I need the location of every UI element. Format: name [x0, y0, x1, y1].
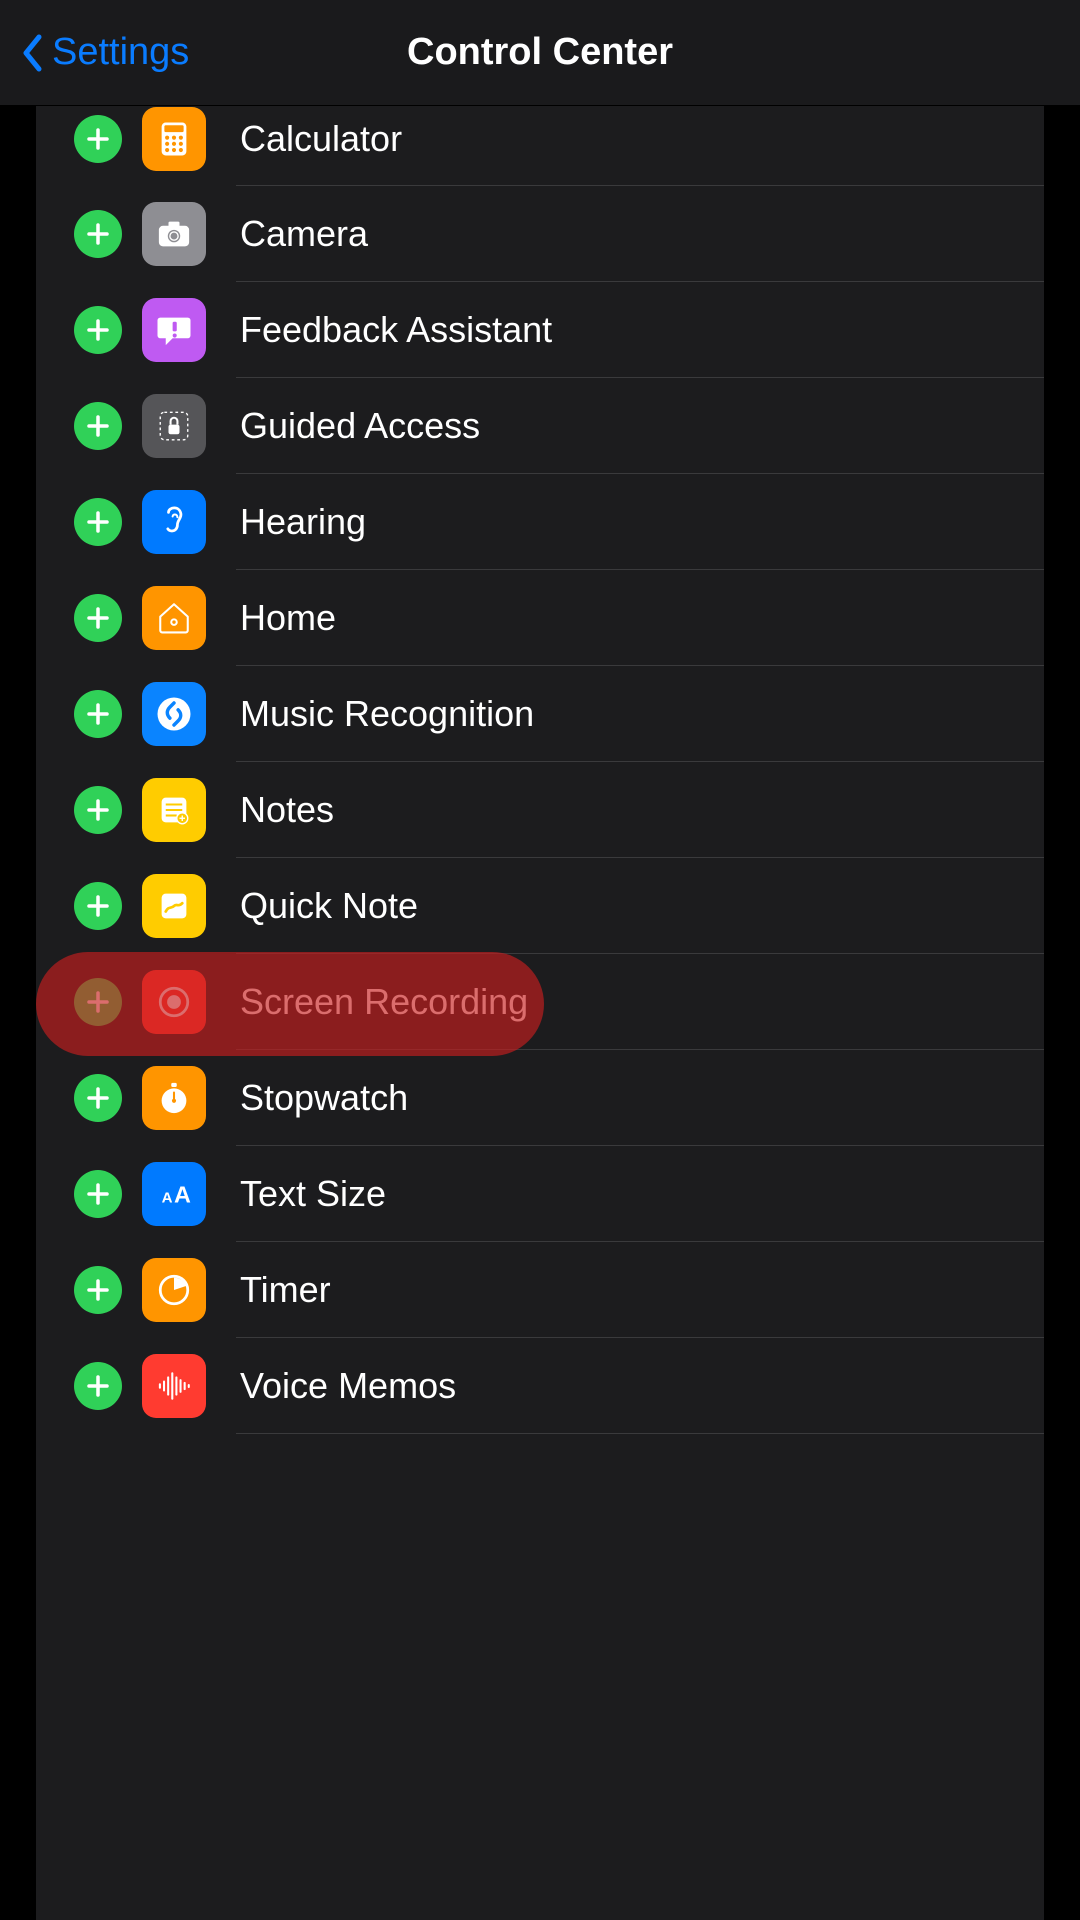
control-row-music-recognition[interactable]: Music Recognition — [36, 666, 1044, 762]
ear-icon — [142, 490, 206, 554]
back-button[interactable]: Settings — [18, 0, 189, 105]
add-button[interactable] — [74, 1074, 122, 1122]
lock-dashed-icon — [142, 394, 206, 458]
control-row-voice-memos[interactable]: Voice Memos — [36, 1338, 1044, 1434]
svg-text:A: A — [174, 1181, 191, 1207]
add-button[interactable] — [74, 306, 122, 354]
add-button[interactable] — [74, 786, 122, 834]
control-label: Stopwatch — [240, 1077, 408, 1119]
svg-text:A: A — [162, 1189, 173, 1206]
control-row-calculator[interactable]: Calculator — [36, 106, 1044, 186]
control-label: Notes — [240, 789, 334, 831]
back-label: Settings — [52, 31, 189, 74]
feedback-icon — [142, 298, 206, 362]
control-label: Voice Memos — [240, 1365, 456, 1407]
add-button[interactable] — [74, 115, 122, 163]
control-row-feedback-assistant[interactable]: Feedback Assistant — [36, 282, 1044, 378]
control-row-notes[interactable]: Notes — [36, 762, 1044, 858]
control-row-hearing[interactable]: Hearing — [36, 474, 1044, 570]
control-row-stopwatch[interactable]: Stopwatch — [36, 1050, 1044, 1146]
control-label: Guided Access — [240, 405, 480, 447]
control-row-guided-access[interactable]: Guided Access — [36, 378, 1044, 474]
control-label: Screen Recording — [240, 981, 528, 1023]
controls-list: Calculator Camera Feedback Assistant Guided… — [36, 106, 1044, 1920]
control-row-screen-recording[interactable]: Screen Recording — [36, 954, 1044, 1050]
add-button[interactable] — [74, 498, 122, 546]
add-button[interactable] — [74, 882, 122, 930]
add-button[interactable] — [74, 690, 122, 738]
control-label: Camera — [240, 213, 368, 255]
timer-icon — [142, 1258, 206, 1322]
control-label: Hearing — [240, 501, 366, 543]
add-button[interactable] — [74, 978, 122, 1026]
add-button[interactable] — [74, 402, 122, 450]
add-button[interactable] — [74, 1170, 122, 1218]
control-label: Home — [240, 597, 336, 639]
control-label: Text Size — [240, 1173, 386, 1215]
nav-header: Settings Control Center — [0, 0, 1080, 106]
control-row-quick-note[interactable]: Quick Note — [36, 858, 1044, 954]
control-row-camera[interactable]: Camera — [36, 186, 1044, 282]
camera-icon — [142, 202, 206, 266]
control-row-timer[interactable]: Timer — [36, 1242, 1044, 1338]
home-icon — [142, 586, 206, 650]
quick-note-icon — [142, 874, 206, 938]
add-button[interactable] — [74, 1266, 122, 1314]
control-label: Feedback Assistant — [240, 309, 552, 351]
control-row-text-size[interactable]: AA Text Size — [36, 1146, 1044, 1242]
waveform-icon — [142, 1354, 206, 1418]
control-label: Music Recognition — [240, 693, 534, 735]
text-size-icon: AA — [142, 1162, 206, 1226]
shazam-icon — [142, 682, 206, 746]
stopwatch-icon — [142, 1066, 206, 1130]
control-label: Calculator — [240, 118, 402, 160]
calculator-icon — [142, 107, 206, 171]
record-icon — [142, 970, 206, 1034]
add-button[interactable] — [74, 594, 122, 642]
add-button[interactable] — [74, 1362, 122, 1410]
chevron-left-icon — [18, 31, 46, 75]
add-button[interactable] — [74, 210, 122, 258]
notes-icon — [142, 778, 206, 842]
control-row-home[interactable]: Home — [36, 570, 1044, 666]
control-label: Timer — [240, 1269, 331, 1311]
control-label: Quick Note — [240, 885, 418, 927]
